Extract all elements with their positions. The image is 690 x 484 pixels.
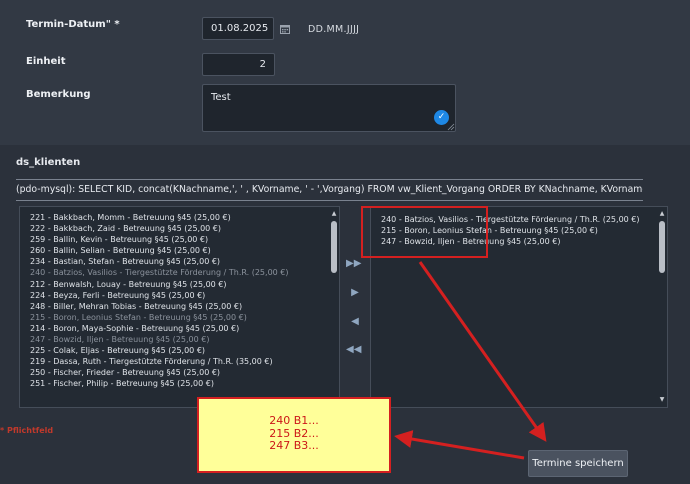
- list-item[interactable]: 248 - Biller, Mehran Tobias - Betreuung …: [20, 301, 339, 312]
- calendar-icon[interactable]: [280, 24, 290, 34]
- sql-query-text: (pdo-mysql): SELECT KID, concat(KNachnam…: [16, 179, 643, 201]
- list-item[interactable]: 250 - Fischer, Frieder - Betreuung §45 (…: [20, 367, 339, 378]
- scroll-up-icon[interactable]: ▲: [659, 211, 665, 217]
- list-item[interactable]: 259 - Ballin, Kevin - Betreuung §45 (25,…: [20, 234, 339, 245]
- bemerkung-textarea[interactable]: Test: [202, 84, 456, 132]
- move-all-left-button[interactable]: ◀◀: [346, 344, 361, 356]
- note-line-1: 240 B1...: [269, 414, 319, 427]
- available-clients-list[interactable]: 221 - Bakkbach, Momm - Betreuung §45 (25…: [19, 206, 340, 408]
- move-right-button[interactable]: ▶: [348, 287, 362, 299]
- list-item[interactable]: 222 - Bakkbach, Zaid - Betreuung §45 (25…: [20, 223, 339, 234]
- selected-list-scrollbar[interactable]: ▲ ▼: [659, 211, 665, 403]
- termin-datum-label: Termin-Datum" *: [26, 19, 120, 30]
- resize-grip-icon[interactable]: [447, 123, 455, 131]
- list-item[interactable]: 219 - Dassa, Ruth - Tiergestützte Förder…: [20, 356, 339, 367]
- save-appointments-button[interactable]: Termine speichern: [528, 450, 628, 477]
- list-item[interactable]: 212 - Benwalsh, Louay - Betreuung §45 (2…: [20, 279, 339, 290]
- move-left-button[interactable]: ◀: [348, 316, 362, 328]
- termin-datum-input[interactable]: 01.08.2025: [202, 17, 274, 40]
- list-item[interactable]: 251 - Fischer, Philip - Betreuung §45 (2…: [20, 378, 339, 389]
- list-item[interactable]: 240 - Batzios, Vasilios - Tiergestützte …: [20, 267, 339, 278]
- bemerkung-text: Test: [211, 92, 231, 103]
- list-item[interactable]: 247 - Bowzid, Iljen - Betreuung §45 (25,…: [20, 334, 339, 345]
- section-title-klienten: ds_klienten: [16, 157, 81, 168]
- list-item[interactable]: 221 - Bakkbach, Momm - Betreuung §45 (25…: [20, 212, 339, 223]
- scroll-down-icon[interactable]: ▼: [659, 397, 665, 403]
- move-all-right-button[interactable]: ▶▶: [346, 258, 361, 270]
- einheit-label: Einheit: [26, 56, 66, 67]
- required-field-note: * Pflichtfeld: [0, 426, 54, 435]
- scroll-thumb[interactable]: [659, 221, 665, 273]
- list-item[interactable]: 214 - Boron, Maya-Sophie - Betreuung §45…: [20, 323, 339, 334]
- list-item[interactable]: 260 - Ballin, Selian - Betreuung §45 (25…: [20, 245, 339, 256]
- arrow-to-note: [394, 430, 525, 460]
- selected-entries-highlight: [361, 206, 488, 258]
- scroll-up-icon[interactable]: ▲: [331, 211, 337, 217]
- scroll-thumb[interactable]: [331, 221, 337, 273]
- available-list-scrollbar[interactable]: ▲ ▼: [331, 211, 337, 403]
- bemerkung-label: Bemerkung: [26, 89, 91, 100]
- list-item[interactable]: 224 - Beyza, Ferli - Betreuung §45 (25,0…: [20, 290, 339, 301]
- einheit-input[interactable]: 2: [202, 53, 275, 76]
- list-item[interactable]: 234 - Bastian, Stefan - Betreuung §45 (2…: [20, 256, 339, 267]
- list-item[interactable]: 225 - Colak, Eljas - Betreuung §45 (25,0…: [20, 345, 339, 356]
- note-line-3: 247 B3...: [269, 439, 319, 452]
- list-item[interactable]: 215 - Boron, Leonius Stefan - Betreuung …: [20, 312, 339, 323]
- date-format-hint: DD.MM.JJJJ: [308, 24, 360, 35]
- annotation-note: 240 B1... 215 B2... 247 B3...: [197, 397, 391, 473]
